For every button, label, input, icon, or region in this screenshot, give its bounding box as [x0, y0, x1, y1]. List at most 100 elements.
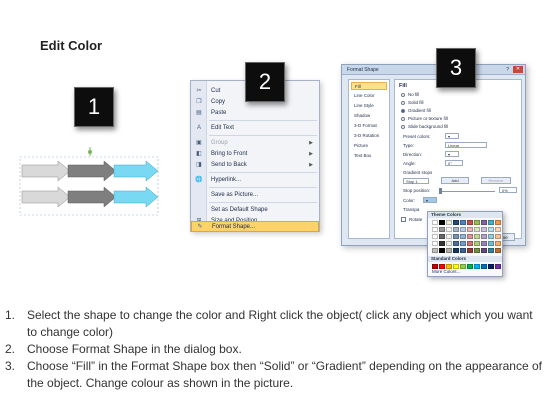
- close-icon[interactable]: ✕: [513, 66, 523, 73]
- category-line-style[interactable]: Line Style: [351, 102, 387, 110]
- category-fill[interactable]: Fill: [351, 82, 387, 90]
- arrow-row-bottom[interactable]: [21, 186, 159, 208]
- theme-color-swatch[interactable]: [474, 220, 480, 225]
- theme-color-swatch[interactable]: [432, 227, 438, 232]
- theme-color-swatch[interactable]: [474, 227, 480, 232]
- gradient-fill-radio[interactable]: Gradient fill: [401, 107, 431, 114]
- direction-label: Direction:: [403, 152, 423, 157]
- theme-color-swatch[interactable]: [488, 248, 494, 253]
- theme-color-swatch[interactable]: [488, 227, 494, 232]
- menu-item-format-shape[interactable]: ✎ Format Shape...: [191, 221, 319, 232]
- theme-color-swatch[interactable]: [460, 220, 466, 225]
- menu-item-edit-text[interactable]: A Edit Text: [191, 122, 319, 133]
- theme-color-swatch[interactable]: [460, 227, 466, 232]
- stop-position-knob[interactable]: [439, 188, 442, 194]
- theme-color-swatch[interactable]: [453, 234, 459, 239]
- preset-colors-dropdown[interactable]: ▾: [445, 133, 459, 139]
- color-dropdown[interactable]: ▾: [423, 197, 437, 203]
- theme-color-swatch[interactable]: [439, 234, 445, 239]
- category-shadow[interactable]: Shadow: [351, 112, 387, 120]
- theme-color-swatch[interactable]: [467, 220, 473, 225]
- standard-color-swatch[interactable]: [481, 264, 487, 269]
- theme-color-swatch[interactable]: [446, 220, 452, 225]
- theme-color-swatch[interactable]: [453, 227, 459, 232]
- submenu-arrow-icon: ▶: [309, 150, 313, 157]
- theme-color-swatch[interactable]: [453, 220, 459, 225]
- step-2-badge: 2: [245, 62, 285, 102]
- theme-color-swatch[interactable]: [460, 234, 466, 239]
- slide-bg-fill-radio[interactable]: Slide background fill: [401, 123, 448, 130]
- help-icon[interactable]: ?: [506, 67, 509, 73]
- standard-color-swatch[interactable]: [474, 264, 480, 269]
- theme-color-swatch[interactable]: [432, 234, 438, 239]
- theme-color-swatch[interactable]: [488, 234, 494, 239]
- picture-fill-radio[interactable]: Picture or texture fill: [401, 115, 448, 122]
- standard-color-swatch[interactable]: [467, 264, 473, 269]
- menu-item-group[interactable]: ▣ Group ▶: [191, 137, 319, 148]
- theme-color-swatch[interactable]: [488, 241, 494, 246]
- theme-color-swatch[interactable]: [495, 248, 501, 253]
- theme-color-swatch[interactable]: [439, 227, 445, 232]
- theme-color-swatch[interactable]: [439, 248, 445, 253]
- theme-color-swatch[interactable]: [453, 248, 459, 253]
- menu-item-send-to-back[interactable]: ◨ Send to Back ▶: [191, 159, 319, 170]
- theme-color-swatch[interactable]: [481, 227, 487, 232]
- arrow-row-top[interactable]: [21, 160, 159, 182]
- theme-color-swatch[interactable]: [432, 241, 438, 246]
- theme-color-swatch[interactable]: [481, 234, 487, 239]
- theme-color-swatch[interactable]: [474, 234, 480, 239]
- theme-color-swatch[interactable]: [474, 248, 480, 253]
- remove-stop-button[interactable]: Remove: [481, 177, 511, 184]
- category-line-color[interactable]: Line Color: [351, 92, 387, 100]
- rotate-checkbox[interactable]: [401, 217, 406, 222]
- theme-color-swatch[interactable]: [481, 241, 487, 246]
- theme-color-swatch[interactable]: [481, 220, 487, 225]
- menu-item-hyperlink[interactable]: 🌐 Hyperlink...: [191, 174, 319, 185]
- theme-color-swatch[interactable]: [467, 234, 473, 239]
- theme-color-swatch[interactable]: [495, 234, 501, 239]
- menu-item-set-default-shape[interactable]: Set as Default Shape: [191, 204, 319, 215]
- theme-color-swatch[interactable]: [439, 220, 445, 225]
- standard-color-swatch[interactable]: [460, 264, 466, 269]
- theme-color-swatch[interactable]: [446, 241, 452, 246]
- menu-item-paste[interactable]: ▤ Paste: [191, 107, 319, 118]
- category-3d-rotation[interactable]: 3-D Rotation: [351, 132, 387, 140]
- standard-color-swatch[interactable]: [495, 264, 501, 269]
- theme-color-swatch[interactable]: [495, 241, 501, 246]
- theme-color-swatch[interactable]: [446, 248, 452, 253]
- menu-item-bring-to-front[interactable]: ◧ Bring to Front ▶: [191, 148, 319, 159]
- category-picture[interactable]: Picture: [351, 142, 387, 150]
- theme-color-swatch[interactable]: [495, 220, 501, 225]
- theme-color-swatch[interactable]: [439, 241, 445, 246]
- category-3d-format[interactable]: 3-D Format: [351, 122, 387, 130]
- menu-item-save-as-picture[interactable]: Save as Picture...: [191, 189, 319, 200]
- angle-input[interactable]: 0°: [445, 160, 463, 166]
- stop-dropdown[interactable]: Stop 1: [403, 178, 429, 184]
- no-fill-radio[interactable]: No fill: [401, 91, 419, 98]
- theme-color-swatch[interactable]: [467, 241, 473, 246]
- theme-color-swatch[interactable]: [488, 220, 494, 225]
- add-stop-button[interactable]: Add: [441, 177, 469, 184]
- bring-front-icon: ◧: [196, 151, 202, 157]
- theme-color-swatch[interactable]: [460, 248, 466, 253]
- direction-dropdown[interactable]: ▾: [445, 151, 459, 157]
- stop-position-input[interactable]: 0%: [499, 187, 517, 193]
- theme-color-swatch[interactable]: [495, 227, 501, 232]
- theme-color-swatch[interactable]: [460, 241, 466, 246]
- rotation-handle[interactable]: [88, 150, 92, 154]
- theme-color-swatch[interactable]: [432, 248, 438, 253]
- standard-color-swatch[interactable]: [488, 264, 494, 269]
- theme-color-swatch[interactable]: [446, 227, 452, 232]
- category-text-box[interactable]: Text Box: [351, 152, 387, 160]
- theme-color-swatch[interactable]: [453, 241, 459, 246]
- theme-color-swatch[interactable]: [467, 227, 473, 232]
- type-dropdown[interactable]: Linear: [445, 142, 487, 148]
- solid-fill-radio[interactable]: Solid fill: [401, 99, 424, 106]
- theme-color-swatch[interactable]: [432, 220, 438, 225]
- more-colors-link[interactable]: More Colors...: [432, 269, 460, 274]
- theme-color-swatch[interactable]: [467, 248, 473, 253]
- theme-color-swatch[interactable]: [446, 234, 452, 239]
- theme-color-swatch[interactable]: [474, 241, 480, 246]
- theme-color-swatch[interactable]: [481, 248, 487, 253]
- stop-position-slider[interactable]: [439, 191, 495, 192]
